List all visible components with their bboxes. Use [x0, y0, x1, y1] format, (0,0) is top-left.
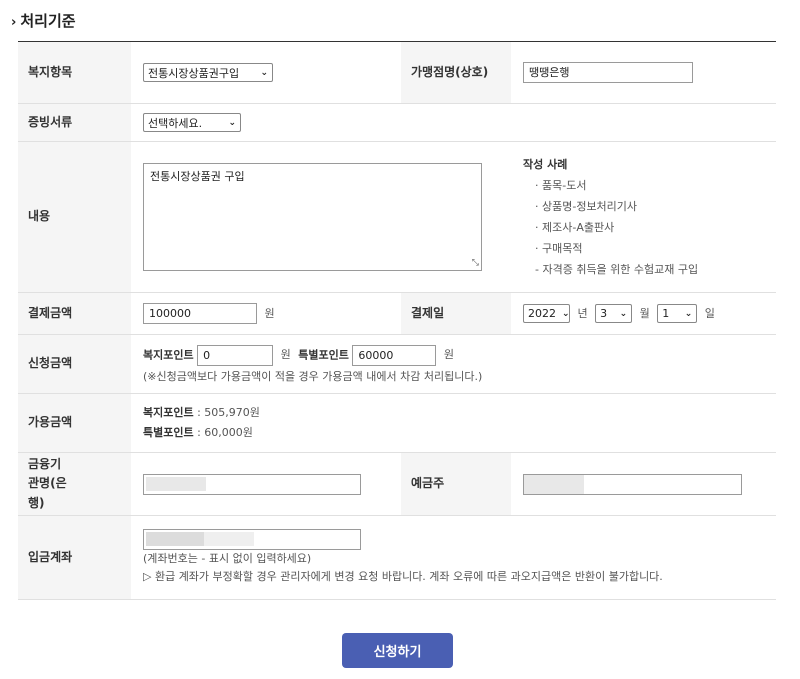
example-item: · 제조사-A출판사: [535, 221, 615, 234]
day-unit: 일: [704, 307, 715, 320]
row-content: 내용 전통시장상품권 구입 ⤡ 작성 사례 · 품목-도서 · 상품명-정보처리…: [18, 141, 776, 293]
store-name-cell: 땡땡은행: [511, 41, 776, 104]
masked-value: [204, 532, 254, 546]
evidence-label: 증빙서류: [18, 103, 131, 142]
day-select-value: 1: [662, 307, 670, 320]
apply-amount-label: 신청금액: [18, 334, 131, 394]
row-deposit-account: 입금계좌 (계좌번호는 - 표시 없이 입력하세요) ▷ 환급 계좌가 부정확할…: [18, 515, 776, 600]
content-textarea-value: 전통시장상품권 구입: [150, 170, 245, 183]
bank-cell: [131, 452, 401, 516]
deposit-account-label: 입금계좌: [18, 515, 131, 600]
chevron-down-icon: ⌄: [684, 308, 693, 319]
payment-amount-cell: 100000 원: [131, 292, 401, 335]
welfare-point-unit: 원: [280, 348, 291, 361]
day-select[interactable]: 1 ⌄: [657, 304, 698, 323]
available-amount-cell: 복지포인트 : 505,970원 특별포인트 : 60,000원: [131, 393, 776, 453]
account-number-input[interactable]: [143, 529, 361, 550]
content-label: 내용: [18, 141, 131, 293]
masked-value: [146, 476, 206, 491]
year-select-value: 2022: [528, 307, 556, 320]
apply-amount-cell: 복지포인트 0 원 특별포인트 60000 원 (※신청금액보다 가용금액이 적…: [131, 334, 776, 394]
chevron-down-icon: ⌄: [619, 308, 628, 319]
masked-value: [146, 532, 204, 546]
year-unit: 년: [577, 307, 588, 320]
chevron-right-icon: ›: [11, 15, 17, 30]
masked-value: [524, 474, 584, 494]
chevron-down-icon: ⌄: [228, 117, 236, 128]
welfare-item-cell: 전통시장상품권구입 ⌄: [131, 41, 401, 104]
bank-label: 금융기관명(은행): [18, 452, 131, 516]
available-special-label: 특별포인트: [143, 426, 194, 439]
account-holder-cell: [511, 452, 776, 516]
account-holder-input[interactable]: [523, 473, 742, 495]
special-point-input[interactable]: 60000: [352, 344, 437, 366]
special-point-label: 특별포인트: [298, 348, 349, 361]
available-welfare-value: : 505,970원: [193, 406, 260, 419]
writing-example: 작성 사례 · 품목-도서 · 상품명-정보처리기사 · 제조사-A출판사 · …: [523, 154, 776, 280]
welfare-point-input[interactable]: 0: [197, 344, 274, 366]
row-evidence: 증빙서류 선택하세요. ⌄: [18, 103, 776, 142]
content-cell: 전통시장상품권 구입 ⤡: [131, 141, 511, 293]
refund-warning: ▷ 환급 계좌가 부정확할 경우 관리자에게 변경 요청 바랍니다. 계좌 오류…: [143, 570, 663, 583]
row-apply-amount: 신청금액 복지포인트 0 원 특별포인트 60000 원 (※신청금액보다 가용…: [18, 334, 776, 394]
row-payment: 결제금액 100000 원 결제일 2022 ⌄ 년 3 ⌄ 월 1 ⌄ 일: [18, 292, 776, 335]
available-amount-label: 가용금액: [18, 393, 131, 453]
welfare-point-label: 복지포인트: [143, 348, 194, 361]
resize-handle-icon[interactable]: ⤡: [472, 258, 479, 268]
application-form-table: 복지항목 전통시장상품권구입 ⌄ 가맹점명(상호) 땡땡은행 증빙서류 선택하세…: [18, 41, 776, 600]
welfare-item-select[interactable]: 전통시장상품권구입 ⌄: [143, 63, 273, 82]
evidence-cell: 선택하세요. ⌄: [131, 103, 776, 142]
section-title-text: 처리기준: [20, 12, 76, 30]
account-number-note: (계좌번호는 - 표시 없이 입력하세요): [143, 552, 312, 565]
row-available-amount: 가용금액 복지포인트 : 505,970원 특별포인트 : 60,000원: [18, 393, 776, 453]
deposit-account-cell: (계좌번호는 - 표시 없이 입력하세요) ▷ 환급 계좌가 부정확할 경우 관…: [131, 515, 776, 600]
payment-date-cell: 2022 ⌄ 년 3 ⌄ 월 1 ⌄ 일: [511, 292, 776, 335]
example-cell: 작성 사례 · 품목-도서 · 상품명-정보처리기사 · 제조사-A출판사 · …: [511, 141, 776, 293]
example-item: · 품목-도서: [535, 179, 587, 192]
year-select[interactable]: 2022 ⌄: [523, 304, 570, 323]
example-title: 작성 사례: [523, 158, 568, 171]
month-select[interactable]: 3 ⌄: [595, 304, 633, 323]
section-title: › 처리기준: [11, 10, 76, 31]
apply-amount-note: (※신청금액보다 가용금액이 적을 경우 가용금액 내에서 차감 처리됩니다.): [143, 369, 483, 383]
store-name-input[interactable]: 땡땡은행: [523, 62, 693, 83]
account-holder-label: 예금주: [401, 452, 511, 516]
chevron-down-icon: ⌄: [260, 67, 268, 78]
available-welfare-label: 복지포인트: [143, 406, 194, 419]
payment-amount-input[interactable]: 100000: [143, 303, 257, 324]
welfare-item-select-value: 전통시장상품권구입: [148, 66, 240, 80]
month-select-value: 3: [600, 307, 608, 320]
payment-amount-unit: 원: [264, 306, 275, 320]
example-item: · 구매목적: [535, 242, 583, 255]
example-item: · 상품명-정보처리기사: [535, 200, 638, 213]
example-item: - 자격증 취득을 위한 수험교재 구입: [535, 263, 699, 276]
row-welfare-item: 복지항목 전통시장상품권구입 ⌄ 가맹점명(상호) 땡땡은행: [18, 41, 776, 104]
row-bank: 금융기관명(은행) 예금주: [18, 452, 776, 516]
store-name-label: 가맹점명(상호): [401, 41, 511, 104]
submit-button[interactable]: 신청하기: [342, 633, 453, 668]
payment-amount-label: 결제금액: [18, 292, 131, 335]
evidence-select-value: 선택하세요.: [148, 116, 203, 130]
month-unit: 월: [639, 307, 650, 320]
chevron-down-icon: ⌄: [562, 308, 570, 319]
content-textarea[interactable]: 전통시장상품권 구입 ⤡: [143, 163, 482, 271]
special-point-unit: 원: [443, 348, 454, 361]
welfare-item-label: 복지항목: [18, 41, 131, 104]
evidence-select[interactable]: 선택하세요. ⌄: [143, 113, 241, 132]
available-special-value: : 60,000원: [193, 426, 253, 439]
bank-name-input[interactable]: [143, 473, 361, 495]
payment-date-label: 결제일: [401, 292, 511, 335]
